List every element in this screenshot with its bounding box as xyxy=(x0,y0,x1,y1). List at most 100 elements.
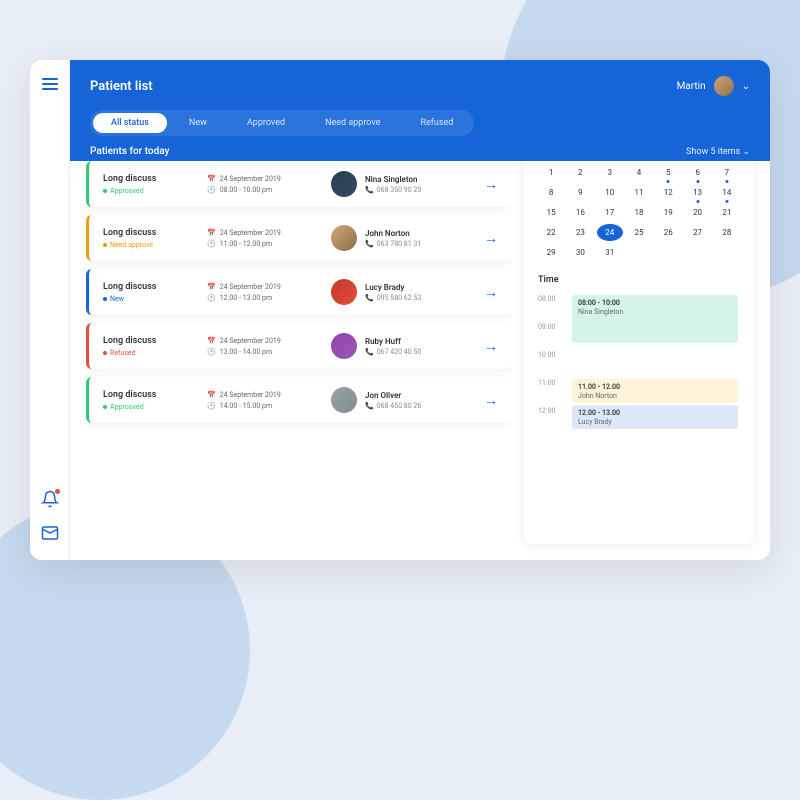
card-status: Approoved xyxy=(103,403,193,411)
card-date: 📅24 September 2019 xyxy=(207,337,317,345)
cal-day[interactable]: 23 xyxy=(567,224,593,241)
card-arrow-icon[interactable]: → xyxy=(484,284,498,301)
tab-approved[interactable]: Approved xyxy=(229,113,303,133)
person-avatar xyxy=(331,279,357,305)
main-content: Patient list Martin ⌄ All statusNewAppro… xyxy=(70,60,770,560)
cal-day[interactable]: 15 xyxy=(538,204,564,221)
cal-day[interactable]: 4 xyxy=(626,164,652,181)
person-name: Jon Oliver xyxy=(365,391,421,400)
timeline-event[interactable]: 11.00 - 12.00John Norton xyxy=(572,379,738,403)
card-title: Long discuss xyxy=(103,336,193,346)
patient-card: Long discuss Need approve 📅24 September … xyxy=(86,215,512,261)
person-phone: 📞095 580 62 53 xyxy=(365,294,421,302)
cal-day[interactable]: 3 xyxy=(597,164,623,181)
cal-day[interactable]: 10 xyxy=(597,184,623,201)
card-title: Long discuss xyxy=(103,174,193,184)
time-mark: 10:00 xyxy=(538,351,740,379)
cal-day[interactable]: 24 xyxy=(597,224,623,241)
card-arrow-icon[interactable]: → xyxy=(484,392,498,409)
person-name: John Norton xyxy=(365,229,421,238)
cal-day[interactable]: 1 xyxy=(538,164,564,181)
card-time: 🕐08.00 - 10.00 pm xyxy=(207,186,317,194)
cal-day[interactable]: 30 xyxy=(567,244,593,261)
card-arrow-icon[interactable]: → xyxy=(484,176,498,193)
card-date: 📅24 September 2019 xyxy=(207,229,317,237)
cal-day[interactable]: 13 xyxy=(684,184,710,201)
tab-all-status[interactable]: All status xyxy=(93,113,167,133)
cal-day[interactable]: 9 xyxy=(567,184,593,201)
card-arrow-icon[interactable]: → xyxy=(484,230,498,247)
patient-card: Long discuss Approoved 📅24 September 201… xyxy=(86,161,512,207)
person-name: Nina Singleton xyxy=(365,175,421,184)
time-label: Time xyxy=(538,275,740,285)
cal-day[interactable]: 22 xyxy=(538,224,564,241)
card-status: Need approve xyxy=(103,241,193,249)
person-phone: 📞068 350 90 20 xyxy=(365,186,421,194)
patient-card: Long discuss Refused 📅24 September 2019 … xyxy=(86,323,512,369)
cal-day[interactable]: 16 xyxy=(567,204,593,221)
card-time: 🕐11.00 - 12.00 pm xyxy=(207,240,317,248)
card-title: Long discuss xyxy=(103,282,193,292)
cal-day[interactable]: 18 xyxy=(626,204,652,221)
tab-refused[interactable]: Refused xyxy=(402,113,471,133)
cal-day[interactable]: 31 xyxy=(597,244,623,261)
cal-day[interactable]: 19 xyxy=(655,204,681,221)
header: Patient list Martin ⌄ All statusNewAppro… xyxy=(70,60,770,167)
person-phone: 📞063 780 81 31 xyxy=(365,240,421,248)
card-time: 🕐12.00 - 13.00 pm xyxy=(207,294,317,302)
cal-day[interactable]: 29 xyxy=(538,244,564,261)
sidebar xyxy=(30,60,70,560)
card-date: 📅24 September 2019 xyxy=(207,283,317,291)
card-status: Refused xyxy=(103,349,193,357)
user-menu[interactable]: Martin ⌄ xyxy=(677,76,750,96)
section-title: Patients for today xyxy=(90,146,169,157)
cal-day[interactable]: 28 xyxy=(714,224,740,241)
card-title: Long discuss xyxy=(103,390,193,400)
card-arrow-icon[interactable]: → xyxy=(484,338,498,355)
timeline-event[interactable]: 08:00 - 10:00Nina Singleton xyxy=(572,295,738,343)
cal-day[interactable]: 2 xyxy=(567,164,593,181)
cal-day[interactable]: 8 xyxy=(538,184,564,201)
avatar xyxy=(714,76,734,96)
cal-day[interactable]: 17 xyxy=(597,204,623,221)
card-time: 🕐13.00 - 14.00 pm xyxy=(207,348,317,356)
cal-day[interactable]: 11 xyxy=(626,184,652,201)
patient-card: Long discuss New 📅24 September 2019 🕐12.… xyxy=(86,269,512,315)
person-avatar xyxy=(331,171,357,197)
show-items-dropdown[interactable]: Show 5 items ⌄ xyxy=(686,147,750,157)
person-name: Lucy Brady xyxy=(365,283,421,292)
menu-icon[interactable] xyxy=(42,78,58,90)
cal-day[interactable]: 20 xyxy=(684,204,710,221)
patient-list: Long discuss Approoved 📅24 September 201… xyxy=(86,161,512,544)
person-name: Ruby Huff xyxy=(365,337,421,346)
timeline: 08:0009:0010:0011:0012:0008:00 - 10:00Ni… xyxy=(538,295,740,435)
patient-card: Long discuss Approoved 📅24 September 201… xyxy=(86,377,512,423)
tab-new[interactable]: New xyxy=(171,113,225,133)
app-window: Patient list Martin ⌄ All statusNewAppro… xyxy=(30,60,770,560)
calendar-grid: MTWTFSS123456789101112131415161718192021… xyxy=(538,161,740,261)
chevron-down-icon: ⌄ xyxy=(742,81,750,92)
person-phone: 📞068 450 80 26 xyxy=(365,402,421,410)
notification-icon[interactable] xyxy=(41,490,59,508)
card-time: 🕐14.00 - 15.00 pm xyxy=(207,402,317,410)
cal-day[interactable]: 6 xyxy=(684,164,710,181)
card-title: Long discuss xyxy=(103,228,193,238)
card-date: 📅24 September 2019 xyxy=(207,175,317,183)
status-tabs: All statusNewApprovedNeed approveRefused xyxy=(90,110,474,136)
cal-day[interactable]: 26 xyxy=(655,224,681,241)
cal-day[interactable]: 7 xyxy=(714,164,740,181)
mail-icon[interactable] xyxy=(41,524,59,542)
cal-day[interactable]: 27 xyxy=(684,224,710,241)
page-title: Patient list xyxy=(90,79,153,94)
cal-day[interactable]: 21 xyxy=(714,204,740,221)
person-avatar xyxy=(331,387,357,413)
timeline-event[interactable]: 12.00 - 13.00Lucy Brady xyxy=(572,405,738,429)
user-name: Martin xyxy=(677,81,706,92)
cal-day[interactable]: 12 xyxy=(655,184,681,201)
cal-day[interactable]: 25 xyxy=(626,224,652,241)
tab-need-approve[interactable]: Need approve xyxy=(307,113,398,133)
cal-day[interactable]: 5 xyxy=(655,164,681,181)
person-avatar xyxy=(331,333,357,359)
cal-day[interactable]: 14 xyxy=(714,184,740,201)
person-phone: 📞067 420 40 50 xyxy=(365,348,421,356)
